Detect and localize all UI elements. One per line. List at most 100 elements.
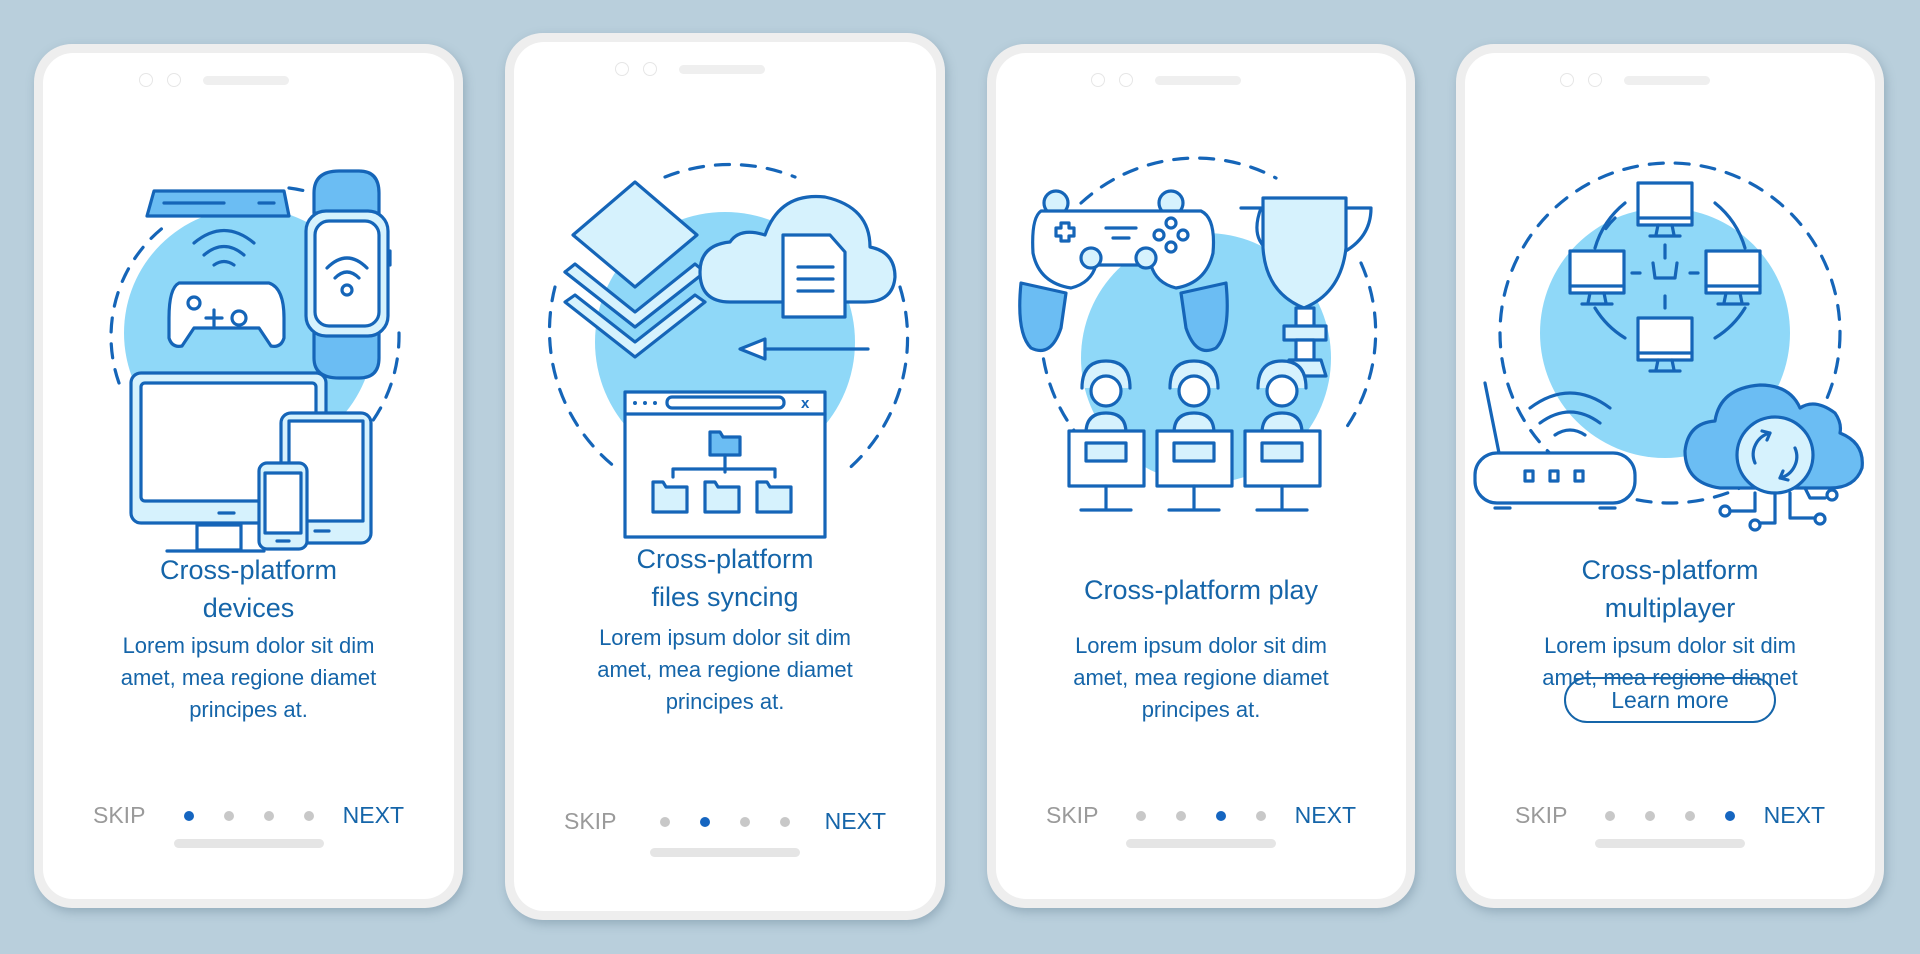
page-dot-4[interactable] [1256,811,1266,821]
description-line: Lorem ipsum dolor sit dim [599,625,851,650]
title-line: Cross-platform play [1083,575,1319,605]
speaker-grille [1624,76,1710,85]
onboarding-footer: SKIP NEXT [43,800,454,830]
title-line: Cross-platform [159,555,338,585]
page-dot-1-active[interactable] [183,811,194,821]
illustration-devices [43,133,454,563]
description-line: principes at. [1141,697,1261,722]
screen-surface: Cross-platform play Lorem ipsum dolor si… [996,53,1406,899]
next-button[interactable]: NEXT [343,800,404,830]
skip-button[interactable]: SKIP [564,806,616,836]
set-top-box-icon [144,189,291,218]
description-line: principes at. [189,697,308,722]
page-dot-2-active[interactable] [700,817,710,827]
onboarding-screen-devices: Cross-platform devices Lorem ipsum dolor… [34,44,463,908]
onboarding-footer: SKIP NEXT [996,800,1406,830]
camera-dot [138,73,153,87]
speaker-grille [1155,76,1241,85]
phone-top-sensors [1091,73,1271,87]
illustration-files-syncing: x [514,127,936,557]
smartphone-icon [256,461,309,551]
page-dot-3-active[interactable] [1216,811,1226,821]
browser-close-glyph: x [801,395,810,412]
onboarding-screen-multiplayer: Cross-platform multiplayer Lorem ipsum d… [1456,44,1884,908]
sensor-dot [1119,73,1133,87]
title-line: Cross-platform [636,544,814,574]
screen-title: Cross-platform devices [43,551,454,627]
home-indicator[interactable] [1126,839,1276,848]
screen-title: Cross-platform play [996,571,1406,609]
screen-surface: x Cross-platform files syncing Lorem ips… [514,42,936,911]
smartwatch-icon [303,169,392,380]
phone-top-sensors [615,62,795,76]
description-line: principes at. [665,689,785,714]
title-line: files syncing [651,582,799,612]
page-indicator [660,817,790,827]
page-indicator [183,811,314,821]
browser-folder-tree-icon: x [623,390,827,539]
description-line: amet, mea regione diamet [120,665,377,690]
home-indicator[interactable] [650,848,800,857]
sensor-dot [166,73,181,87]
page-dot-2[interactable] [1645,811,1655,821]
page-dot-2[interactable] [1176,811,1186,821]
camera-dot [1560,73,1574,87]
screen-description: Lorem ipsum dolor sit dim amet, mea regi… [514,622,936,718]
description-line: amet, mea regione diamet [597,657,853,682]
description-line: amet, mea regione diamet [1073,665,1329,690]
page-dot-4[interactable] [303,811,314,821]
description-line: Lorem ipsum dolor sit dim [1075,633,1327,658]
screen-description: Lorem ipsum dolor sit dim amet, mea regi… [43,630,454,726]
home-indicator[interactable] [173,839,324,848]
dashed-orbit [1344,261,1378,430]
page-indicator [1605,811,1735,821]
page-dot-1[interactable] [660,817,670,827]
speaker-grille [679,65,765,74]
sensor-dot [1588,73,1602,87]
illustration-play [996,133,1406,563]
screen-title: Cross-platform files syncing [514,540,936,616]
skip-button[interactable]: SKIP [93,800,145,830]
dashed-orbit [843,285,910,474]
home-indicator[interactable] [1595,839,1745,848]
page-dot-1[interactable] [1136,811,1146,821]
phone-top-sensors [138,73,319,87]
description-line: Lorem ipsum dolor sit dim [1544,633,1796,658]
page-dot-2[interactable] [223,811,234,821]
screen-description: Lorem ipsum dolor sit dim amet, mea regi… [996,630,1406,726]
learn-more-button[interactable]: Learn more [1564,677,1776,723]
files-syncing-illustration: x [547,162,910,539]
onboarding-footer: SKIP NEXT [1465,800,1875,830]
skip-button[interactable]: SKIP [1046,800,1098,830]
camera-dot [615,62,629,76]
cross-platform-play-illustration [1018,156,1378,512]
onboarding-footer: SKIP NEXT [514,806,936,836]
skip-button[interactable]: SKIP [1515,800,1567,830]
page-dot-4[interactable] [780,817,790,827]
speaker-grille [202,76,289,85]
screen-title: Cross-platform multiplayer [1465,551,1875,627]
page-indicator [1136,811,1266,821]
title-line: Cross-platform [1581,555,1759,585]
dashed-orbit [663,162,797,179]
page-dot-3[interactable] [263,811,274,821]
description-line: Lorem ipsum dolor sit dim [122,633,375,658]
onboarding-screen-files-syncing: x Cross-platform files syncing Lorem ips… [505,33,945,920]
illustration-multiplayer [1465,133,1875,563]
page-dot-1[interactable] [1605,811,1615,821]
next-button[interactable]: NEXT [825,806,886,836]
cross-platform-multiplayer-illustration [1473,161,1864,532]
page-dot-3[interactable] [740,817,750,827]
title-line: devices [202,593,295,623]
screen-surface: Cross-platform multiplayer Lorem ipsum d… [1465,53,1875,899]
title-line: multiplayer [1604,593,1736,623]
onboarding-screen-play: Cross-platform play Lorem ipsum dolor si… [987,44,1415,908]
cross-platform-devices-illustration [108,169,401,553]
page-dot-4-active[interactable] [1725,811,1735,821]
camera-dot [1091,73,1105,87]
next-button[interactable]: NEXT [1295,800,1356,830]
page-dot-3[interactable] [1685,811,1695,821]
screen-surface: Cross-platform devices Lorem ipsum dolor… [43,53,454,899]
next-button[interactable]: NEXT [1764,800,1825,830]
phone-top-sensors [1560,73,1740,87]
